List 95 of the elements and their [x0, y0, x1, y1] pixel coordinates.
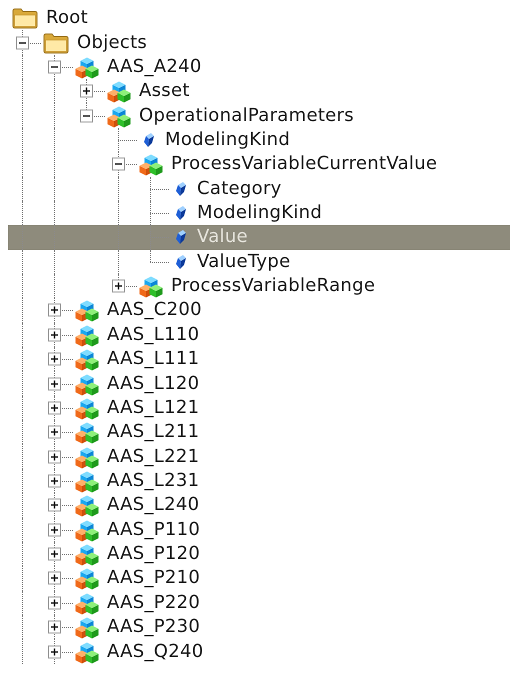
cubes-icon: [75, 54, 99, 79]
expand-icon[interactable]: [48, 572, 61, 585]
folder-icon: [12, 7, 38, 30]
collapse-icon[interactable]: [16, 36, 29, 50]
node-label: AAS_C200: [107, 300, 202, 320]
tree-row[interactable]: ValueType: [8, 250, 510, 274]
tree-row[interactable]: AAS_P220: [8, 590, 510, 615]
node-label: AAS_P230: [107, 617, 200, 638]
cubes-icon: [107, 104, 131, 128]
node-label: ModelingKind: [197, 203, 322, 224]
tree-row[interactable]: AAS_L231: [8, 468, 510, 494]
node-label: ProcessVariableCurrentValue: [171, 154, 438, 174]
tree-row[interactable]: AAS_P230: [8, 614, 510, 640]
cubes-icon: [75, 615, 99, 640]
tree-row[interactable]: AAS_L221: [8, 444, 510, 469]
expand-icon[interactable]: [48, 523, 61, 536]
expand-icon[interactable]: [48, 304, 61, 317]
tree-row[interactable]: AAS_Q240: [8, 639, 510, 664]
node-label: AAS_P120: [107, 544, 200, 564]
cubes-icon: [75, 493, 99, 518]
tree-row[interactable]: AAS_L111: [8, 347, 510, 372]
expand-icon[interactable]: [48, 596, 61, 610]
tree-row[interactable]: OperationalParameters: [8, 103, 510, 128]
cubes-icon: [75, 469, 99, 493]
collapse-icon[interactable]: [112, 158, 125, 171]
collapse-icon[interactable]: [48, 60, 61, 74]
node-label: AAS_L120: [107, 374, 200, 394]
folder-icon: [43, 32, 69, 54]
node-label: AAS_A240: [107, 56, 202, 77]
tree-row[interactable]: AAS_L240: [8, 493, 510, 518]
expand-icon[interactable]: [48, 498, 61, 512]
cubes-icon: [75, 420, 99, 444]
node-label: Asset: [139, 81, 190, 102]
expand-icon[interactable]: [48, 352, 61, 366]
tree-row[interactable]: AAS_L110: [8, 322, 510, 348]
cubes-icon: [75, 396, 99, 420]
expand-icon[interactable]: [48, 426, 61, 439]
tree-row[interactable]: Objects: [8, 30, 510, 55]
node-label: AAS_L110: [107, 324, 200, 345]
node-label: Root: [46, 8, 88, 28]
node-label: Category: [197, 178, 282, 199]
node-label: Objects: [77, 32, 148, 53]
cubes-icon: [75, 298, 99, 322]
expand-icon[interactable]: [48, 401, 61, 414]
tree-row[interactable]: AAS_P110: [8, 518, 510, 542]
tree-row[interactable]: ProcessVariableCurrentValue: [8, 152, 510, 177]
collapse-icon[interactable]: [80, 109, 93, 122]
tree-row[interactable]: Asset: [8, 79, 510, 104]
node-label: AAS_L221: [107, 446, 200, 467]
node-label: Value: [197, 227, 248, 248]
node-label: AAS_P110: [107, 520, 200, 540]
tree-row[interactable]: AAS_L120: [8, 371, 510, 396]
cubes-icon: [139, 274, 163, 298]
cubes-icon: [75, 566, 99, 590]
cubes-icon: [75, 640, 99, 664]
tree-row[interactable]: AAS_L121: [8, 396, 510, 420]
expand-icon[interactable]: [48, 328, 61, 342]
expand-icon[interactable]: [48, 620, 61, 634]
cubes-icon: [75, 518, 99, 542]
node-label: AAS_L211: [107, 422, 200, 442]
expand-icon[interactable]: [48, 645, 61, 658]
cubes-icon: [75, 372, 99, 396]
expand-icon[interactable]: [48, 548, 61, 561]
cubes-icon: [75, 542, 99, 566]
node-label: AAS_P210: [107, 568, 200, 588]
tree-row[interactable]: AAS_A240: [8, 54, 510, 80]
tree-row[interactable]: ProcessVariableRange: [8, 274, 510, 298]
expand-icon[interactable]: [48, 474, 61, 488]
tree-row[interactable]: ModelingKind: [8, 128, 510, 152]
tree-row[interactable]: AAS_P120: [8, 542, 510, 566]
node-label: AAS_P220: [107, 592, 200, 613]
cubes-icon: [75, 590, 99, 615]
expand-icon[interactable]: [48, 450, 61, 464]
tree-row[interactable]: Root: [8, 6, 510, 30]
cubes-icon: [75, 347, 99, 372]
node-label: ProcessVariableRange: [171, 276, 376, 296]
node-label: AAS_L121: [107, 398, 200, 418]
cubes-icon: [139, 152, 163, 176]
node-label: AAS_L231: [107, 471, 200, 491]
node-label: ValueType: [197, 252, 290, 272]
tree-row[interactable]: AAS_C200: [8, 298, 510, 323]
expand-icon[interactable]: [48, 377, 61, 390]
tree-row[interactable]: AAS_P210: [8, 566, 510, 591]
node-label: OperationalParameters: [139, 106, 354, 126]
node-label: AAS_L111: [107, 349, 200, 370]
cubes-icon: [107, 79, 131, 104]
expand-icon[interactable]: [112, 280, 125, 293]
node-label: AAS_L240: [107, 495, 200, 516]
tree-row[interactable]: Category: [8, 176, 510, 201]
node-label: ModelingKind: [165, 130, 290, 150]
expand-icon[interactable]: [80, 84, 93, 98]
tree-row[interactable]: AAS_L211: [8, 420, 510, 444]
cubes-icon: [75, 322, 99, 347]
cubes-icon: [75, 444, 99, 469]
node-label: AAS_Q240: [107, 642, 204, 662]
